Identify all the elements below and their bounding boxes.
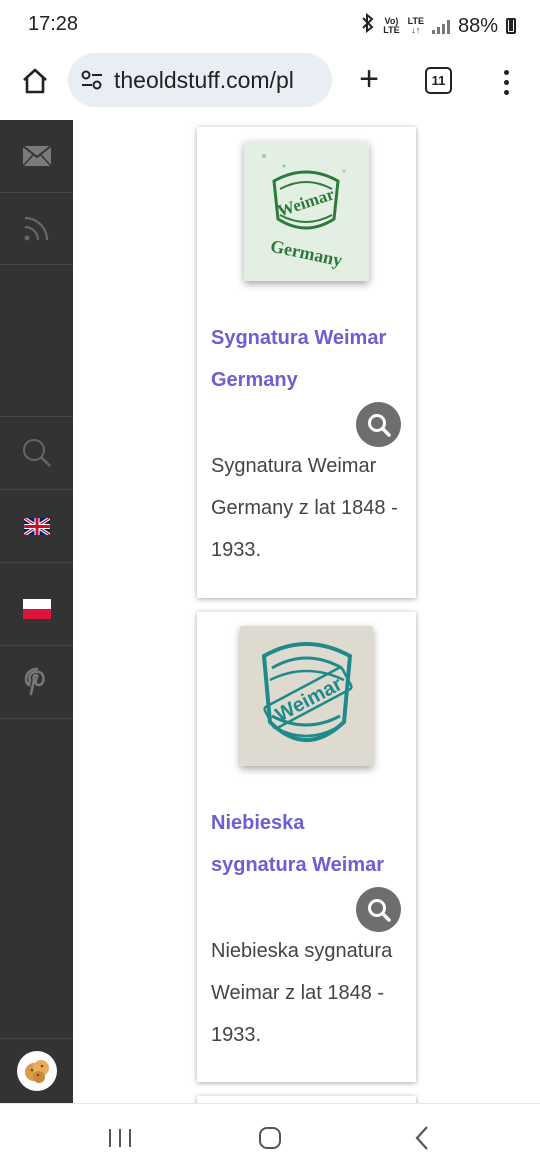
rss-icon	[24, 216, 48, 241]
back-icon	[415, 1126, 428, 1150]
mail-link[interactable]	[0, 120, 73, 193]
recent-apps-button[interactable]	[90, 1118, 150, 1158]
weimar-germany-mark-image: Weimar Germany	[244, 141, 369, 281]
search-link[interactable]	[0, 417, 73, 490]
bluetooth-icon	[361, 12, 375, 39]
product-thumbnail[interactable]: Weimar Germany	[244, 141, 369, 281]
product-card: Weimar Germany Sygnatura Weimar Germany …	[197, 127, 416, 598]
home-icon	[23, 68, 47, 94]
address-bar[interactable]: theoldstuff.com/pl	[68, 53, 332, 107]
social-sidebar	[0, 120, 73, 1103]
pinterest-link[interactable]	[0, 646, 73, 719]
pinterest-icon	[24, 667, 45, 696]
status-icons: Vo) LTE LTE ↓↑ 88%	[361, 12, 516, 39]
english-language-link[interactable]	[0, 490, 73, 563]
card-title-link[interactable]: Niebieska sygnatura Weimar	[211, 802, 401, 886]
url-text: theoldstuff.com/pl	[114, 66, 294, 93]
poland-flag-icon	[22, 599, 51, 619]
battery-icon	[506, 18, 516, 34]
magnifier-icon	[367, 413, 391, 437]
signal-icon	[431, 18, 450, 34]
new-tab-button[interactable]: +	[350, 58, 388, 100]
lte-indicator: LTE ↓↑	[407, 16, 424, 35]
battery-percent: 88%	[457, 14, 498, 37]
system-navigation-bar	[0, 1103, 540, 1170]
home-nav-button[interactable]	[240, 1118, 300, 1158]
more-menu-button[interactable]	[494, 62, 518, 102]
blue-weimar-mark-image: Weimar	[240, 626, 373, 766]
main-content: Weimar Germany Sygnatura Weimar Germany …	[73, 120, 540, 1103]
card-title-link[interactable]: Sygnatura Weimar Germany	[211, 317, 401, 401]
magnifier-icon	[367, 898, 391, 922]
tab-switcher-button[interactable]: 11	[425, 67, 452, 94]
card-description: Sygnatura Weimar Germany z lat 1848 - 19…	[211, 455, 398, 561]
product-thumbnail[interactable]: Weimar	[240, 626, 373, 766]
polish-language-link[interactable]	[0, 573, 73, 646]
uk-flag-icon	[23, 517, 50, 535]
cookie-settings-button[interactable]	[0, 1038, 73, 1103]
rss-link[interactable]	[0, 192, 73, 265]
browser-toolbar: theoldstuff.com/pl + 11	[0, 50, 540, 120]
cookie-icon	[16, 1051, 57, 1091]
home-circle-icon	[259, 1127, 281, 1149]
site-settings-icon[interactable]	[80, 69, 104, 91]
zoom-button[interactable]	[356, 887, 401, 932]
back-nav-button[interactable]	[392, 1118, 452, 1158]
zoom-button[interactable]	[356, 402, 401, 447]
status-bar: 17:28 Vo) LTE LTE ↓↑ 88%	[0, 0, 540, 50]
search-icon	[22, 439, 51, 467]
product-card: Weimar Niebieska sygnatura Weimar Niebie…	[197, 612, 416, 1082]
card-description: Niebieska sygnatura Weimar z lat 1848 - …	[211, 940, 393, 1046]
product-card	[197, 1096, 416, 1103]
mail-icon	[21, 145, 52, 167]
home-button[interactable]	[14, 60, 56, 102]
recents-icon	[109, 1129, 131, 1147]
status-time: 17:28	[28, 13, 79, 35]
sidebar-spacer	[0, 265, 73, 417]
volte-indicator: Vo) LTE	[383, 16, 400, 35]
